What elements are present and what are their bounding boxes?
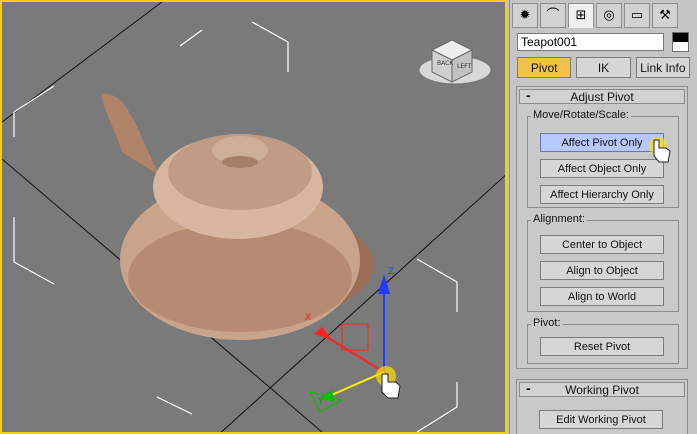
center-to-object-button[interactable]: Center to Object [540,235,664,254]
alignment-label: Alignment: [531,213,587,225]
modify-tab[interactable]: ⌒ [540,3,566,28]
affect-hierarchy-only-button[interactable]: Affect Hierarchy Only [540,185,664,204]
app-window: Z X Y BACK LEFT ✹ ⌒ ⊞ ◎ ▭ ⚒ Teapot001 Pi… [0,0,697,434]
utilities-tab[interactable]: ⚒ [652,3,678,28]
reset-pivot-button[interactable]: Reset Pivot [540,337,664,356]
link-info-mode-button[interactable]: Link Info [635,57,690,78]
gizmo-x-label: X [305,313,311,323]
hierarchy-mode-buttons: Pivot IK Link Info [517,57,690,79]
gizmo-z-label: Z [388,267,394,277]
working-pivot-title: Working Pivot [565,382,639,397]
edit-working-pivot-button[interactable]: Edit Working Pivot [539,410,663,429]
collapse-icon: - [526,87,531,103]
working-pivot-header[interactable]: - Working Pivot [519,380,685,397]
align-to-world-button[interactable]: Align to World [540,287,664,306]
object-color-swatch[interactable] [672,32,689,52]
working-pivot-rollout: - Working Pivot Edit Working Pivot [516,379,688,434]
pivot-mode-button[interactable]: Pivot [517,57,572,78]
command-panel-tabs: ✹ ⌒ ⊞ ◎ ▭ ⚒ [512,3,694,29]
viewcube-left-label: LEFT [457,63,471,70]
hand-cursor-icon [648,136,672,166]
viewcube[interactable]: BACK LEFT [418,39,492,85]
affect-pivot-only-button[interactable]: Affect Pivot Only [540,133,664,152]
align-to-object-button[interactable]: Align to Object [540,261,664,280]
create-icon: ✹ [519,8,531,23]
viewcube-back-label: BACK [437,60,454,67]
utilities-icon: ⚒ [659,8,671,23]
hand-cursor-icon [376,366,401,399]
alignment-group: Alignment: Center to Object Align to Obj… [527,213,679,312]
modify-icon: ⌒ [546,8,560,23]
collapse-icon: - [526,380,531,396]
move-rotate-scale-label: Move/Rotate/Scale: [531,109,631,121]
viewport-scene: Z X Y BACK LEFT [2,2,505,432]
adjust-pivot-header[interactable]: - Adjust Pivot [519,87,685,104]
object-name-row [517,32,692,53]
command-panel: ✹ ⌒ ⊞ ◎ ▭ ⚒ Pivot IK Link Info - Adjust … [509,0,697,434]
hierarchy-icon: ⊞ [575,8,587,23]
display-icon: ▭ [630,8,644,23]
pivot-group: Pivot: Reset Pivot [527,317,679,364]
hierarchy-tab[interactable]: ⊞ [568,3,594,28]
display-tab[interactable]: ▭ [624,3,650,28]
teapot[interactable] [101,93,375,340]
object-name-field[interactable] [517,33,664,51]
affect-object-only-button[interactable]: Affect Object Only [540,159,664,178]
motion-icon: ◎ [603,8,615,23]
adjust-pivot-title: Adjust Pivot [570,89,634,104]
motion-tab[interactable]: ◎ [596,3,622,28]
adjust-pivot-rollout: - Adjust Pivot Move/Rotate/Scale: Affect… [516,86,688,369]
ik-mode-button[interactable]: IK [576,57,631,78]
create-tab[interactable]: ✹ [512,3,538,28]
perspective-viewport[interactable]: Z X Y BACK LEFT [0,0,507,434]
gizmo-y-label: Y [317,397,324,407]
pivot-label: Pivot: [531,317,563,329]
